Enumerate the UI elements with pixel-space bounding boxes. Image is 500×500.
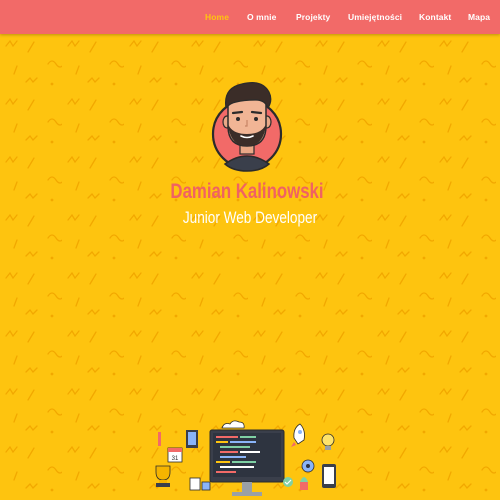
- developer-role: Junior Web Developer: [182, 208, 318, 227]
- top-navbar: Home O mnie Projekty Umiejętności Kontak…: [0, 0, 500, 34]
- nav-map-link[interactable]: Mapa: [468, 12, 490, 22]
- web-developer-workspace-illustration: 31: [155, 420, 336, 496]
- nav-projects-link[interactable]: Projekty: [296, 12, 330, 22]
- nav-skills-link[interactable]: Umiejętności: [348, 12, 402, 22]
- svg-text:31: 31: [172, 456, 179, 462]
- nav-contact-link[interactable]: Kontakt: [419, 12, 451, 22]
- nav-about-link[interactable]: O mnie: [247, 12, 276, 22]
- nav-home-link[interactable]: Home: [205, 12, 229, 22]
- developer-avatar-icon: [211, 82, 283, 172]
- developer-name: Damian Kalinowski: [170, 180, 324, 203]
